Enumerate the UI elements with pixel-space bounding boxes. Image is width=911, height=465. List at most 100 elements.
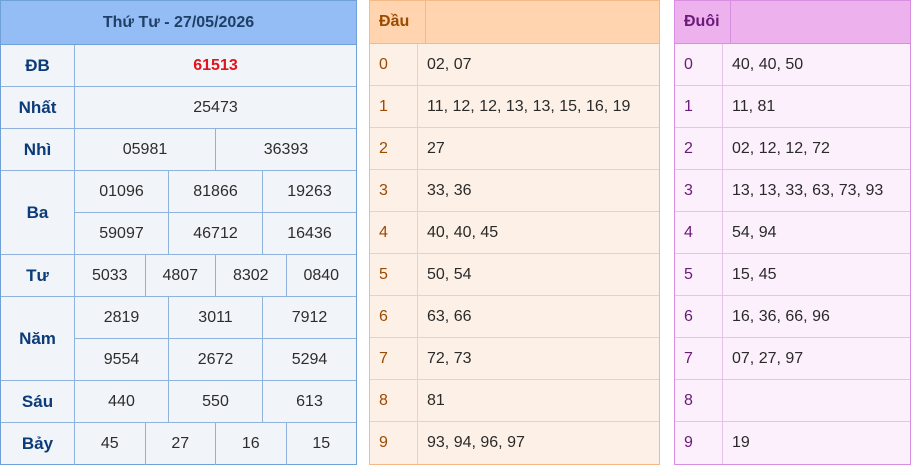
duoi-values: 40, 40, 50: [732, 55, 804, 73]
duoi-row: 8: [675, 380, 910, 422]
dau-row: 3 33, 36: [370, 170, 659, 212]
prize-number: 19263: [262, 171, 356, 212]
prize-number-row: 45 27 16 15: [75, 423, 356, 465]
dau-values: 63, 66: [427, 307, 472, 325]
dau-digit: 4: [370, 212, 418, 253]
prize-number: 36393: [215, 129, 356, 170]
prize-number: 27: [144, 423, 216, 465]
prize-number: 8302: [215, 255, 286, 296]
duoi-digit: 5: [675, 254, 723, 295]
prize-number: 440: [108, 392, 135, 410]
prize-values: 25473: [75, 87, 356, 128]
prize-row: Tư 5033 4807 8302 0840: [1, 255, 356, 297]
dau-header-spacer: [426, 1, 659, 43]
prize-row: Sáu 440 550 613: [1, 381, 356, 423]
duoi-values: [723, 380, 910, 421]
prize-values: 45 27 16 15: [75, 423, 356, 465]
prize-number-row: 01096 81866 19263: [75, 171, 356, 212]
dau-values: 72, 73: [427, 349, 472, 367]
prize-name: ĐB: [1, 45, 75, 86]
duoi-digit: 6: [675, 296, 723, 337]
duoi-digit: 1: [675, 86, 723, 127]
duoi-values: 02, 12, 12, 72: [732, 139, 830, 157]
duoi-header-spacer: [731, 1, 910, 43]
prize-values: 61513: [75, 45, 356, 86]
prize-number: 613: [262, 381, 356, 422]
prize-number: 01096: [99, 182, 144, 200]
prize-number: 81866: [168, 171, 262, 212]
dau-row: 6 63, 66: [370, 296, 659, 338]
duoi-table: Đuôi 0 40, 40, 50 1 11, 81 2 02, 12, 12, 72 3 1…: [674, 0, 911, 465]
dau-row: 2 27: [370, 128, 659, 170]
duoi-values: 54, 94: [732, 223, 777, 241]
prize-number: 59097: [99, 224, 144, 242]
duoi-values: 16, 36, 66, 96: [732, 307, 830, 325]
prize-number-row: 9554 2672 5294: [75, 338, 356, 380]
prize-number-row: 59097 46712 16436: [75, 212, 356, 254]
prize-name: Tư: [1, 255, 75, 296]
duoi-values: 19: [732, 434, 750, 451]
prize-number: 550: [168, 381, 262, 422]
duoi-rows: 0 40, 40, 50 1 11, 81 2 02, 12, 12, 72 3 13, 13…: [675, 44, 910, 464]
dau-digit: 7: [370, 338, 418, 379]
dau-digit: 2: [370, 128, 418, 169]
dau-digit: 3: [370, 170, 418, 211]
prize-list: ĐB 61513 Nhất 25473 Nhì 05981 36393 Ba 01096 8186…: [1, 45, 356, 465]
dau-digit: 6: [370, 296, 418, 337]
duoi-row: 1 11, 81: [675, 86, 910, 128]
dau-values: 27: [427, 139, 445, 157]
duoi-row: 6 16, 36, 66, 96: [675, 296, 910, 338]
dau-values: 40, 40, 45: [427, 223, 499, 241]
prize-number: 3011: [168, 297, 262, 338]
dau-row: 4 40, 40, 45: [370, 212, 659, 254]
duoi-row: 2 02, 12, 12, 72: [675, 128, 910, 170]
duoi-digit: 9: [675, 422, 723, 464]
prize-row: Ba 01096 81866 19263 59097 46712 16436: [1, 171, 356, 255]
prize-number-row: 2819 3011 7912: [75, 297, 356, 338]
prize-row: Năm 2819 3011 7912 9554 2672 5294: [1, 297, 356, 381]
duoi-values: 15, 45: [732, 265, 777, 283]
dau-values: 81: [427, 391, 445, 409]
duoi-values: 13, 13, 33, 63, 73, 93: [732, 181, 884, 199]
duoi-header-row: Đuôi: [675, 1, 910, 44]
prize-number: 45: [100, 435, 119, 452]
duoi-digit: 8: [675, 380, 723, 421]
duoi-row: 4 54, 94: [675, 212, 910, 254]
prize-number: 15: [285, 423, 357, 465]
prize-name: Ba: [1, 171, 75, 254]
prize-values: 01096 81866 19263 59097 46712 16436: [75, 171, 356, 254]
dau-values: 11, 12, 12, 13, 13, 15, 16, 19: [427, 97, 631, 115]
dau-row: 8 81: [370, 380, 659, 422]
duoi-row: 0 40, 40, 50: [675, 44, 910, 86]
prize-name: Nhì: [1, 129, 75, 170]
duoi-row: 5 15, 45: [675, 254, 910, 296]
duoi-values: 11, 81: [732, 97, 776, 115]
prize-number: 2672: [168, 339, 262, 380]
prize-number-row: 5033 4807 8302 0840: [75, 255, 356, 296]
dau-digit: 9: [370, 422, 418, 464]
prize-name: Năm: [1, 297, 75, 380]
prize-name: Sáu: [1, 381, 75, 422]
dau-digit: 8: [370, 380, 418, 421]
prize-values: 5033 4807 8302 0840: [75, 255, 356, 296]
duoi-values: 07, 27, 97: [732, 349, 804, 367]
prize-values: 2819 3011 7912 9554 2672 5294: [75, 297, 356, 380]
prize-name: Nhất: [1, 87, 75, 128]
duoi-digit: 4: [675, 212, 723, 253]
dau-digit: 5: [370, 254, 418, 295]
duoi-row: 7 07, 27, 97: [675, 338, 910, 380]
prize-row: ĐB 61513: [1, 45, 356, 87]
prize-number-row: 05981 36393: [75, 129, 356, 170]
prize-number: 2819: [103, 308, 140, 326]
dau-values: 33, 36: [427, 181, 472, 199]
prize-values: 05981 36393: [75, 129, 356, 170]
duoi-row: 9 19: [675, 422, 910, 464]
prize-number: 5294: [262, 339, 356, 380]
dau-table: Đầu 0 02, 07 1 11, 12, 12, 13, 13, 15, 16, …: [369, 0, 660, 465]
prize-number: 9554: [103, 350, 140, 368]
prize-row: Nhất 25473: [1, 87, 356, 129]
duoi-digit: 3: [675, 170, 723, 211]
prize-number: 46712: [168, 213, 262, 254]
prize-row: Nhì 05981 36393: [1, 129, 356, 171]
prize-number: 16: [215, 423, 286, 465]
